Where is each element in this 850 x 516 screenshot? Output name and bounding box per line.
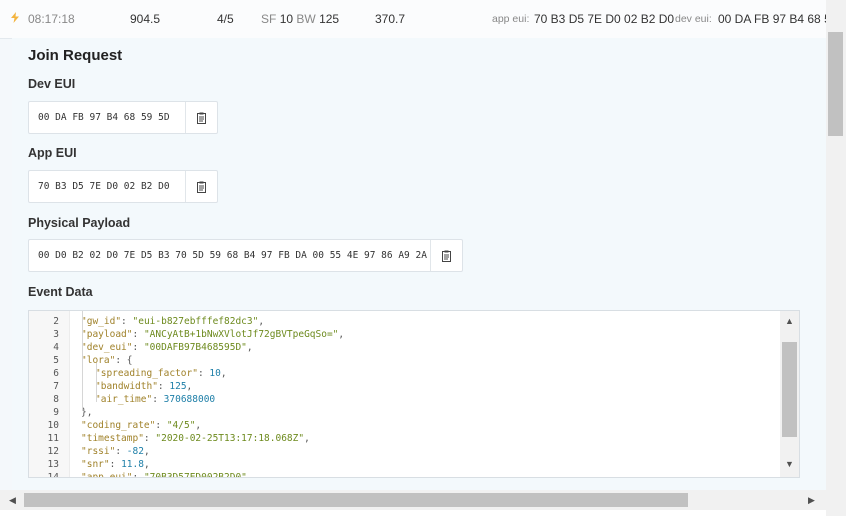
event-data-rate: SF 10 BW 125	[261, 12, 339, 26]
event-coding-rate: 4/5	[217, 12, 234, 26]
indent-guide	[96, 363, 97, 402]
event-frequency: 904.5	[130, 12, 161, 26]
line-number: 5	[53, 355, 59, 366]
dev-eui-heading: Dev EUI	[28, 77, 76, 91]
event-summary-row[interactable]: 08:17:18 904.5 4/5 SF 10 BW 125 370.7 ap…	[0, 0, 826, 39]
code-text: "payload": "ANCyAtB+1bNwXVlotJf72gBVTpeG…	[81, 329, 345, 340]
copy-app-eui-button[interactable]	[186, 171, 216, 202]
copy-payload-button[interactable]	[431, 240, 461, 271]
copy-dev-eui-button[interactable]	[186, 102, 216, 133]
dev-eui-field: 00 DA FB 97 B4 68 59 5D	[28, 101, 218, 134]
physical-payload-text[interactable]: 00 D0 B2 02 D0 7E D5 B3 70 5D 59 68 B4 9…	[29, 240, 431, 271]
app-eui-heading: App EUI	[28, 146, 77, 160]
line-number: 10	[47, 420, 59, 431]
code-text: "coding_rate": "4/5",	[81, 420, 202, 431]
code-text: "lora": {	[81, 355, 133, 366]
triangle-down-icon[interactable]: ▼	[785, 459, 794, 469]
line-number: 2	[53, 316, 59, 327]
code-text: "timestamp": "2020-02-25T13:17:18.068Z",	[81, 433, 310, 444]
clipboard-icon	[196, 112, 206, 124]
sf-label: SF	[261, 12, 277, 26]
bw-value: 125	[319, 12, 340, 26]
line-number: 3	[53, 329, 59, 340]
clipboard-icon	[196, 181, 206, 193]
triangle-up-icon[interactable]: ▲	[785, 316, 794, 326]
clipboard-icon	[441, 250, 451, 262]
dev-eui-text[interactable]: 00 DA FB 97 B4 68 59 5D	[29, 102, 186, 133]
code-text: "gw_id": "eui-b827ebfffef82dc3",	[81, 316, 265, 327]
event-data-code-editor[interactable]: 2 "gw_id": "eui-b827ebfffef82dc3", 3 "paylo…	[28, 310, 800, 478]
page: 08:17:18 904.5 4/5 SF 10 BW 125 370.7 ap…	[0, 0, 826, 490]
editor-scrollbar-thumb[interactable]	[782, 342, 797, 437]
triangle-left-icon[interactable]: ◀	[9, 495, 16, 505]
indent-guide	[82, 311, 83, 411]
app-eui-value: 70 B3 D5 7E D0 02 B2 D0	[534, 12, 675, 26]
page-horizontal-scrollbar[interactable]: ◀ ▶	[0, 490, 826, 510]
code-text: "dev_eui": "00DAFB97B468595D",	[81, 342, 253, 353]
app-eui-label: app eui:	[492, 13, 530, 25]
code-text: "app_eui": "70B3D57ED002B2D0",	[81, 472, 253, 478]
code-text: "air_time": 370688000	[95, 394, 216, 405]
line-number: 6	[53, 368, 59, 379]
line-number: 13	[47, 459, 59, 470]
event-airtime: 370.7	[375, 12, 406, 26]
code-text: "bandwidth": 125,	[95, 381, 193, 392]
bw-label: BW	[296, 12, 316, 26]
physical-payload-field: 00 D0 B2 02 D0 7E D5 B3 70 5D 59 68 B4 9…	[28, 239, 463, 272]
app-eui-text[interactable]: 70 B3 D5 7E D0 02 B2 D0	[29, 171, 186, 202]
editor-vertical-scrollbar[interactable]: ▲ ▼	[780, 311, 799, 477]
triangle-right-icon[interactable]: ▶	[808, 495, 815, 505]
page-vertical-scrollbar-thumb[interactable]	[828, 32, 843, 136]
page-horizontal-scrollbar-thumb[interactable]	[24, 493, 688, 507]
dev-eui-label: dev eui:	[675, 13, 712, 25]
physical-payload-heading: Physical Payload	[28, 216, 131, 230]
line-number: 12	[47, 446, 59, 457]
page-vertical-scrollbar[interactable]	[826, 0, 846, 516]
code-text: "spreading_factor": 10,	[95, 368, 227, 379]
app-eui-field: 70 B3 D5 7E D0 02 B2 D0	[28, 170, 218, 203]
event-time: 08:17:18	[28, 12, 75, 26]
line-number: 11	[47, 433, 59, 444]
sf-value: 10	[279, 12, 294, 26]
event-type-title: Join Request	[28, 47, 123, 64]
line-number: 9	[53, 407, 59, 418]
dev-eui-value: 00 DA FB 97 B4 68 5	[718, 12, 826, 26]
lightning-icon	[11, 12, 19, 26]
line-number: 7	[53, 381, 59, 392]
line-number: 14	[47, 472, 59, 478]
code-text: "rssi": -82,	[81, 446, 150, 457]
code-text: "snr": 11.8,	[81, 459, 150, 470]
line-number: 4	[53, 342, 59, 353]
line-number: 8	[53, 394, 59, 405]
event-data-heading: Event Data	[28, 285, 93, 299]
